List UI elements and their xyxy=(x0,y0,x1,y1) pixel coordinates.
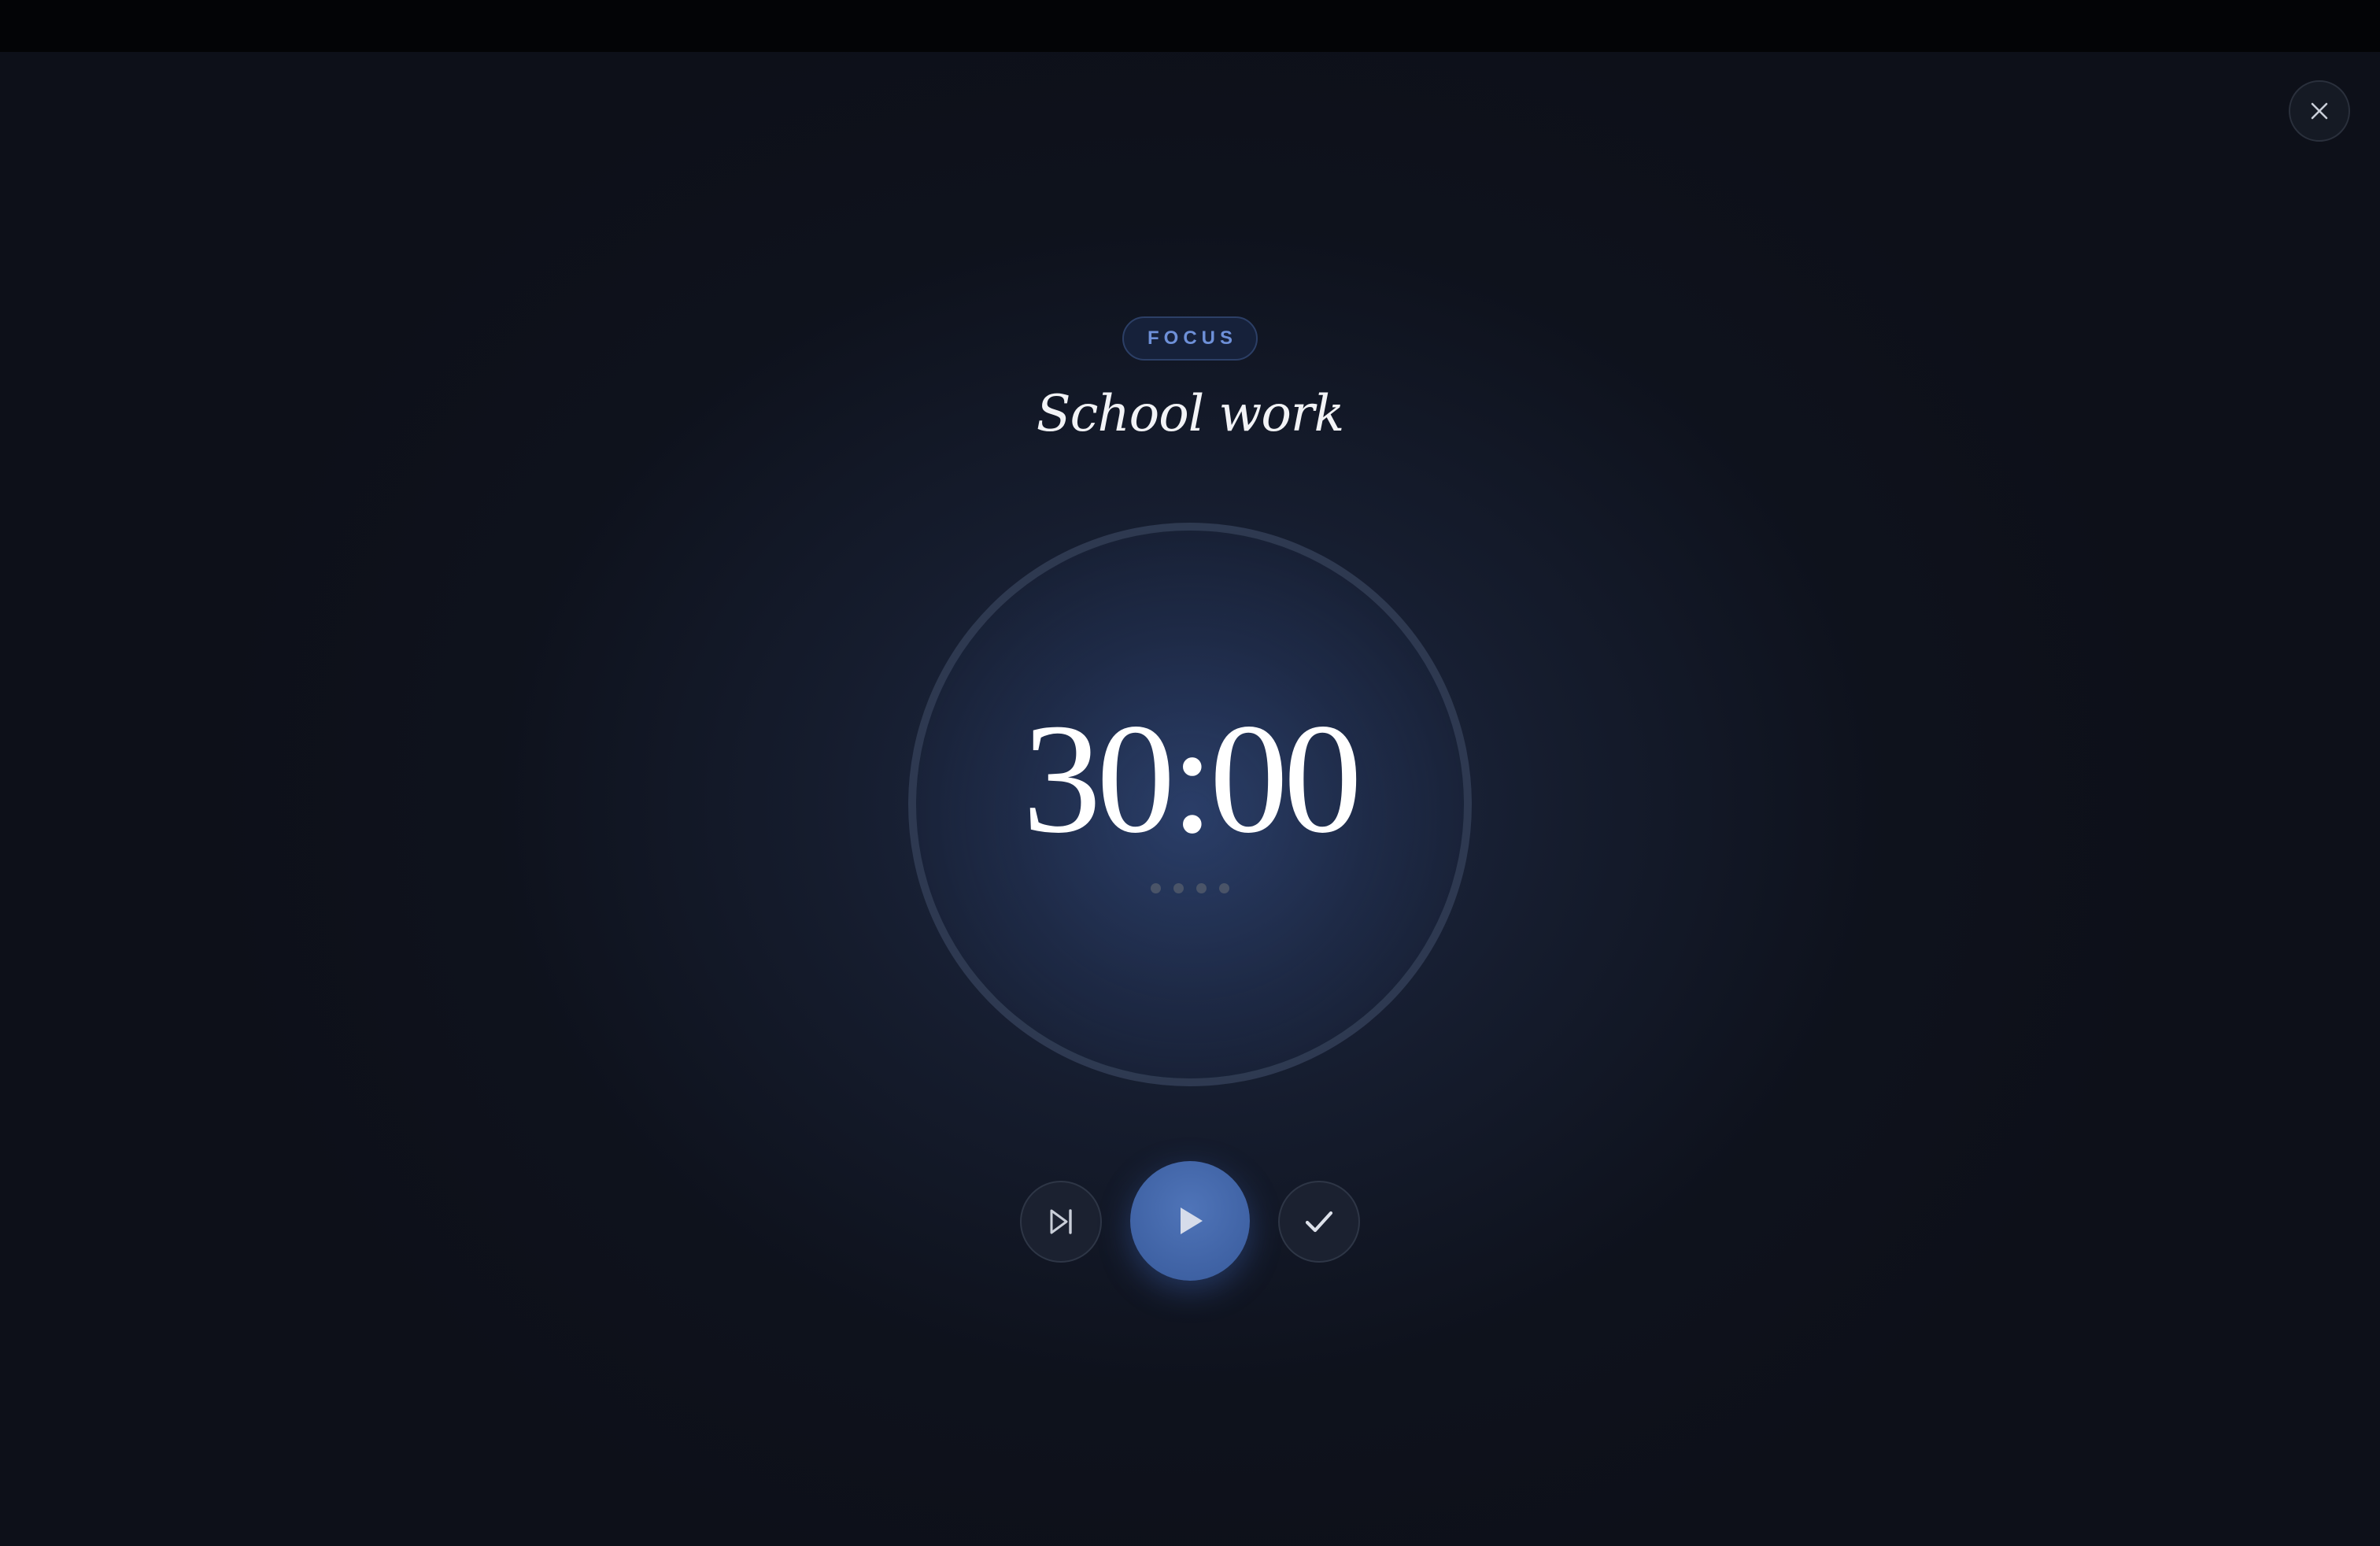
complete-button[interactable] xyxy=(1278,1181,1360,1263)
play-button[interactable] xyxy=(1130,1161,1250,1281)
timer-display: 30:00 xyxy=(1022,692,1362,866)
close-icon xyxy=(2311,102,2328,120)
mode-badge: FOCUS xyxy=(1122,316,1258,361)
skip-button[interactable] xyxy=(1020,1181,1102,1263)
play-icon xyxy=(1181,1208,1203,1234)
skip-forward-icon xyxy=(1050,1209,1072,1234)
top-bar xyxy=(0,0,2380,52)
session-dot xyxy=(1173,882,1184,893)
session-dot xyxy=(1219,882,1229,893)
session-progress-dots xyxy=(1151,882,1229,894)
checkmark-icon xyxy=(1305,1211,1333,1233)
task-title: School work xyxy=(1036,385,1344,443)
close-button[interactable] xyxy=(2289,80,2350,142)
session-dot xyxy=(1151,882,1161,893)
session-dot xyxy=(1196,882,1207,893)
